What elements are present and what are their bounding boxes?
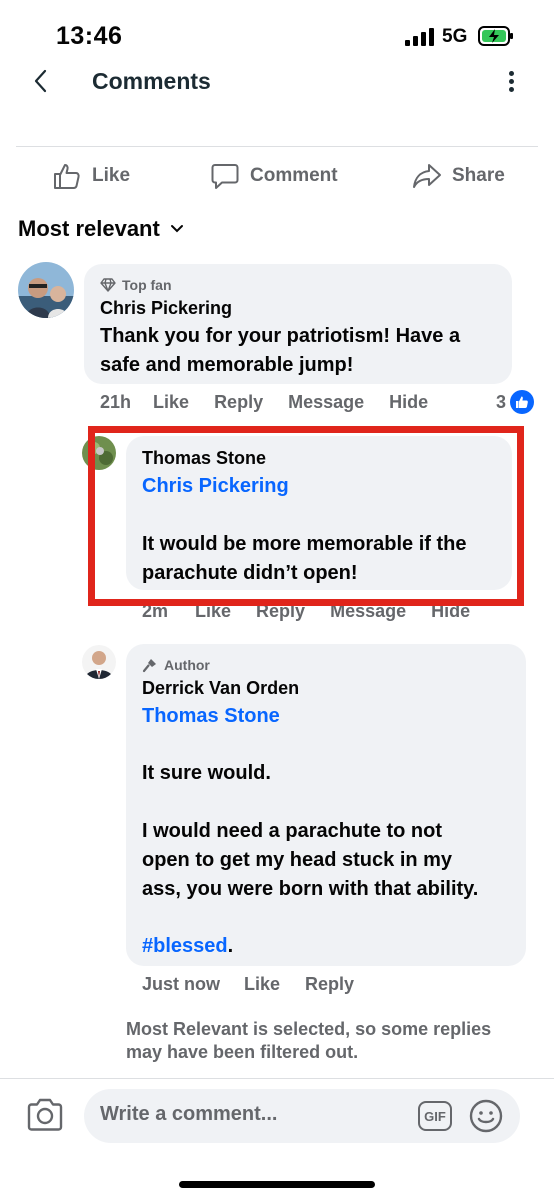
camera-icon[interactable] — [26, 1097, 64, 1133]
comment-meta: Just now Like Reply — [142, 974, 354, 995]
chevron-down-icon — [170, 225, 183, 233]
avatar[interactable] — [82, 645, 116, 679]
sort-dropdown[interactable]: Most relevant — [18, 216, 184, 242]
comment-time: 21h — [100, 392, 132, 412]
comment-like-link[interactable]: Like — [153, 392, 189, 413]
emoji-icon[interactable] — [468, 1098, 504, 1134]
comment-text-line: ass, you were born with that ability. — [142, 878, 479, 900]
status-time: 13:46 — [56, 22, 123, 50]
comment-meta: 21h Like Reply Message Hide — [100, 392, 428, 413]
signal-icon — [405, 28, 435, 46]
comment-input-placeholder: Write a comment... — [100, 1103, 278, 1125]
network-label: 5G — [442, 26, 468, 47]
highlight-box — [88, 426, 524, 606]
comment-label: Comment — [250, 165, 338, 186]
page-title: Comments — [92, 68, 211, 94]
share-arrow-icon — [413, 164, 441, 188]
comment-like-link[interactable]: Like — [244, 974, 280, 995]
sort-label: Most relevant — [18, 216, 160, 241]
comment-text-line: safe and memorable jump! — [100, 354, 354, 376]
more-options-icon[interactable] — [500, 68, 522, 96]
comment-bubble-icon — [211, 164, 239, 189]
hashtag-link[interactable]: #blessed — [142, 935, 228, 957]
comment-author[interactable]: Chris Pickering — [100, 298, 232, 319]
reaction-count[interactable]: 3 — [496, 390, 535, 414]
thumbs-up-icon — [54, 164, 80, 189]
gif-button[interactable]: GIF — [418, 1101, 452, 1131]
badge-label: Author — [164, 657, 210, 673]
share-label: Share — [452, 165, 505, 186]
back-chevron-icon[interactable] — [30, 68, 52, 94]
filter-notice: Most Relevant is selected, so some repli… — [126, 1019, 492, 1062]
comment-hide-link[interactable]: Hide — [389, 392, 428, 413]
hashtag-line: #blessed. — [142, 932, 233, 961]
comment-text-line: I would need a parachute to not — [142, 820, 443, 842]
home-indicator[interactable] — [179, 1181, 375, 1188]
post-actions: Like Comment Share — [0, 152, 554, 198]
like-reaction-icon — [510, 390, 535, 414]
comment-button[interactable]: Comment — [210, 160, 338, 192]
comment-bubble: Author Derrick Van Orden Thomas Stone It… — [126, 644, 526, 966]
comment-author[interactable]: Derrick Van Orden — [142, 678, 299, 699]
mention-link[interactable]: Thomas Stone — [142, 702, 280, 731]
diamond-icon — [100, 278, 116, 292]
comment-reply-link[interactable]: Reply — [305, 974, 354, 995]
comment-text-line: open to get my head stuck in my — [142, 849, 453, 871]
author-badge: Author — [142, 657, 210, 673]
battery-charging-icon — [478, 26, 513, 46]
comment-text-line: It sure would. — [142, 762, 271, 784]
comment-composer: Write a comment... GIF — [0, 1078, 554, 1158]
divider — [16, 146, 538, 147]
comment-text-line: Thank you for your patriotism! Have a — [100, 325, 461, 347]
like-label: Like — [92, 165, 131, 186]
avatar[interactable] — [18, 262, 74, 318]
comment-input[interactable]: Write a comment... GIF — [84, 1089, 520, 1143]
comment-message-link[interactable]: Message — [288, 392, 364, 413]
microphone-icon — [142, 659, 156, 673]
comment-bubble: Top fan Chris Pickering Thank you for yo… — [84, 264, 512, 384]
top-fan-badge: Top fan — [100, 277, 172, 293]
reaction-count-value: 3 — [496, 391, 507, 412]
hashtag-suffix: . — [227, 935, 234, 957]
top-bar: Comments — [0, 56, 554, 106]
comment-time: Just now — [142, 974, 221, 994]
share-button[interactable]: Share — [412, 160, 505, 192]
like-button[interactable]: Like — [52, 160, 130, 192]
badge-label: Top fan — [122, 277, 172, 293]
comment-reply-link[interactable]: Reply — [214, 392, 263, 413]
